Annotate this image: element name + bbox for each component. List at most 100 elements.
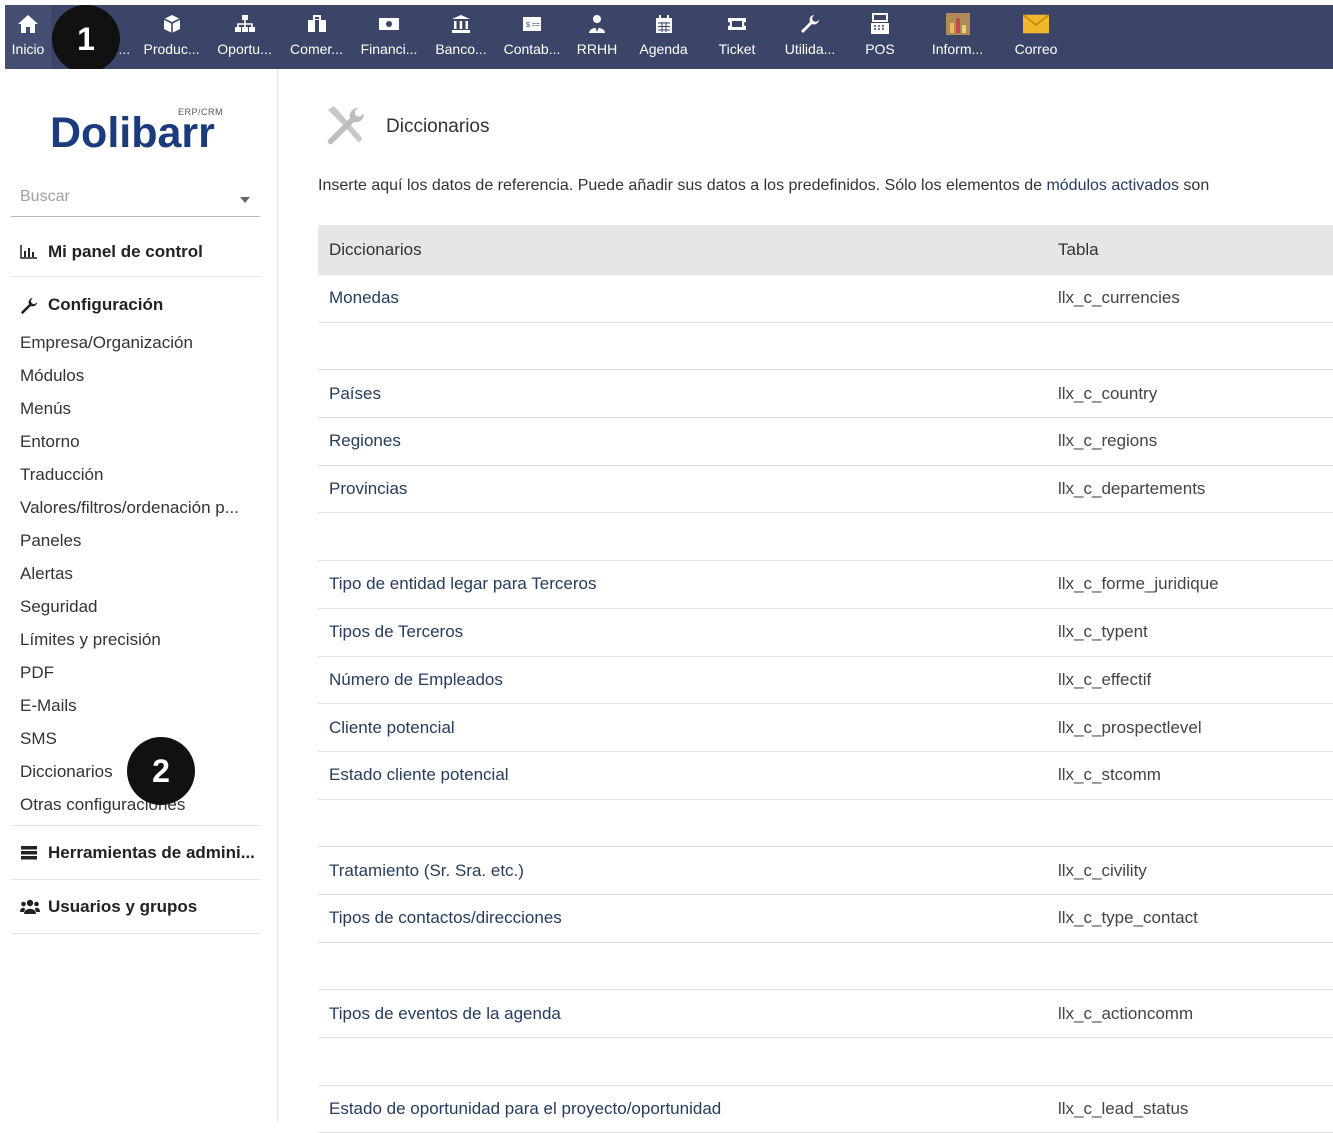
table-row[interactable]: Tipos de eventos de la agenda llx_c_actio…: [318, 990, 1333, 1038]
table-row[interactable]: Número de Empleados llx_c_effectif: [318, 657, 1333, 705]
topmenu-contabilidad[interactable]: $ == Contab...: [496, 5, 568, 69]
intro-text: Inserte aquí los datos de referencia. Pu…: [318, 177, 1210, 194]
dictionary-name-link[interactable]: Países: [318, 384, 1047, 404]
table-row-separator: [318, 800, 1333, 848]
wrench-icon: [20, 297, 40, 315]
page-title: Diccionarios: [320, 102, 489, 152]
dictionary-name-link[interactable]: Provincias: [318, 479, 1047, 499]
calendar-icon: [651, 13, 677, 35]
topmenu-correo[interactable]: Correo: [1002, 5, 1070, 69]
dictionaries-table: Diccionarios Tabla Monedas llx_c_currenci…: [318, 225, 1333, 1133]
topmenu-agenda[interactable]: Agenda: [626, 5, 701, 69]
sidebar-item-modulos[interactable]: Módulos: [20, 366, 84, 386]
table-row[interactable]: Monedas llx_c_currencies: [318, 275, 1333, 323]
table-name-cell: llx_c_typent: [1058, 622, 1148, 642]
ledger-icon: $ ==: [519, 13, 545, 35]
table-row[interactable]: Cliente potencial llx_c_prospectlevel: [318, 704, 1333, 752]
dictionary-name-link[interactable]: Tipo de entidad legar para Terceros: [318, 574, 1047, 594]
sitemap-icon: [232, 13, 258, 35]
dictionary-name-link[interactable]: Tratamiento (Sr. Sra. etc.): [318, 861, 1047, 881]
report-icon: [945, 13, 971, 35]
topmenu-bancos[interactable]: Banco...: [426, 5, 496, 69]
table-row-separator: [318, 323, 1333, 371]
dictionary-name-link[interactable]: Cliente potencial: [318, 718, 1047, 738]
topmenu-utilidades[interactable]: Utilida...: [773, 5, 847, 69]
search-box[interactable]: [11, 179, 260, 217]
sidebar-item-pdf[interactable]: PDF: [20, 663, 54, 683]
briefcase-icon: [304, 13, 330, 35]
table-row[interactable]: Provincias llx_c_departements: [318, 466, 1333, 514]
sidebar-item-empresa[interactable]: Empresa/Organización: [20, 333, 193, 353]
table-row[interactable]: Tipos de Terceros llx_c_typent: [318, 609, 1333, 657]
wrench-icon: [797, 13, 823, 35]
dictionary-name-link[interactable]: Número de Empleados: [318, 670, 1047, 690]
table-name-cell: llx_c_regions: [1058, 431, 1158, 451]
sidebar-item-valores[interactable]: Valores/filtros/ordenación p...: [20, 498, 239, 518]
table-row-separator: [318, 513, 1333, 562]
topmenu-financiera[interactable]: Financi...: [352, 5, 426, 69]
dictionary-name-link[interactable]: Regiones: [318, 431, 1047, 451]
cube-icon: [159, 13, 185, 35]
table-row[interactable]: Estado cliente potencial llx_c_stcomm: [318, 752, 1333, 800]
dictionary-name-link[interactable]: Tipos de Terceros: [318, 622, 1047, 642]
topmenu-productos[interactable]: Produc...: [135, 5, 208, 69]
tools-icon: [320, 102, 370, 152]
sidebar-section-dashboard[interactable]: Mi panel de control: [11, 227, 260, 277]
dictionary-name-link[interactable]: Tipos de contactos/direcciones: [318, 908, 1047, 928]
server-icon: [20, 844, 40, 862]
topmenu-informes[interactable]: Inform...: [913, 5, 1002, 69]
ticket-icon: [724, 13, 750, 35]
table-row[interactable]: Tipo de entidad legar para Terceros llx_c…: [318, 561, 1333, 609]
topmenu-inicio[interactable]: Inicio: [5, 5, 51, 69]
table-row[interactable]: Tratamiento (Sr. Sra. etc.) llx_c_civilit…: [318, 847, 1333, 895]
top-menu-bar: Inicio Ter... Produc... Oportu... Comer.…: [5, 5, 1333, 69]
table-name-cell: llx_c_country: [1058, 383, 1158, 403]
column-header-table[interactable]: Tabla: [1047, 240, 1333, 260]
sidebar-item-menus[interactable]: Menús: [20, 399, 71, 419]
sidebar-item-alertas[interactable]: Alertas: [20, 564, 73, 584]
table-name-cell: llx_c_effectif: [1058, 669, 1152, 689]
table-name-cell: llx_c_currencies: [1058, 288, 1180, 308]
topmenu-comercial[interactable]: Comer...: [281, 5, 352, 69]
envelope-icon: [1023, 13, 1049, 35]
dolibarr-logo[interactable]: Dolibarr ERP/CRM: [50, 103, 230, 163]
dictionary-name-link[interactable]: Estado cliente potencial: [318, 765, 1047, 785]
sidebar-section-admin-tools[interactable]: Herramientas de admini...: [11, 826, 260, 880]
search-input[interactable]: [11, 179, 221, 215]
sidebar-section-users[interactable]: Usuarios y grupos: [11, 880, 260, 934]
sidebar-item-emails[interactable]: E-Mails: [20, 696, 77, 716]
table-name-cell: llx_c_lead_status: [1058, 1099, 1189, 1119]
topmenu-rrhh[interactable]: RRHH: [568, 5, 626, 69]
bank-icon: [448, 13, 474, 35]
sidebar-item-traduccion[interactable]: Traducción: [20, 465, 103, 485]
dictionary-name-link[interactable]: Monedas: [318, 288, 1047, 308]
sidebar-section-config[interactable]: Configuración: [11, 277, 260, 317]
active-modules-link[interactable]: módulos activados: [1046, 177, 1179, 194]
sidebar-item-paneles[interactable]: Paneles: [20, 531, 81, 551]
table-row[interactable]: Tipos de contactos/direcciones llx_c_type…: [318, 895, 1333, 943]
cash-register-icon: [867, 13, 893, 35]
sidebar-item-seguridad[interactable]: Seguridad: [20, 597, 98, 617]
table-row[interactable]: Países llx_c_country: [318, 370, 1333, 419]
left-sidebar: Dolibarr ERP/CRM Mi panel de control Con…: [0, 69, 278, 1122]
column-header-dictionaries[interactable]: Diccionarios: [318, 240, 1047, 260]
topmenu-ticket[interactable]: Ticket: [701, 5, 773, 69]
svg-text:$ ==: $ ==: [526, 22, 540, 29]
table-row[interactable]: Estado de oportunidad para el proyecto/o…: [318, 1086, 1333, 1133]
table-name-cell: llx_c_type_contact: [1058, 908, 1198, 928]
sidebar-item-entorno[interactable]: Entorno: [20, 432, 80, 452]
home-icon: [15, 13, 41, 35]
table-name-cell: llx_c_civility: [1058, 860, 1147, 880]
table-row[interactable]: Regiones llx_c_regions: [318, 418, 1333, 466]
sidebar-item-limites[interactable]: Límites y precisión: [20, 630, 161, 650]
table-name-cell: llx_c_prospectlevel: [1058, 717, 1202, 737]
users-icon: [20, 898, 40, 916]
sidebar-item-sms[interactable]: SMS: [20, 729, 57, 749]
dictionary-name-link[interactable]: Tipos de eventos de la agenda: [318, 1004, 1047, 1024]
table-row-separator: [318, 1038, 1333, 1086]
topmenu-oportunidades[interactable]: Oportu...: [208, 5, 281, 69]
callout-badge-1: 1: [52, 5, 120, 73]
chevron-down-icon[interactable]: [240, 197, 250, 203]
dictionary-name-link[interactable]: Estado de oportunidad para el proyecto/o…: [318, 1099, 1047, 1119]
topmenu-pos[interactable]: POS: [847, 5, 913, 69]
